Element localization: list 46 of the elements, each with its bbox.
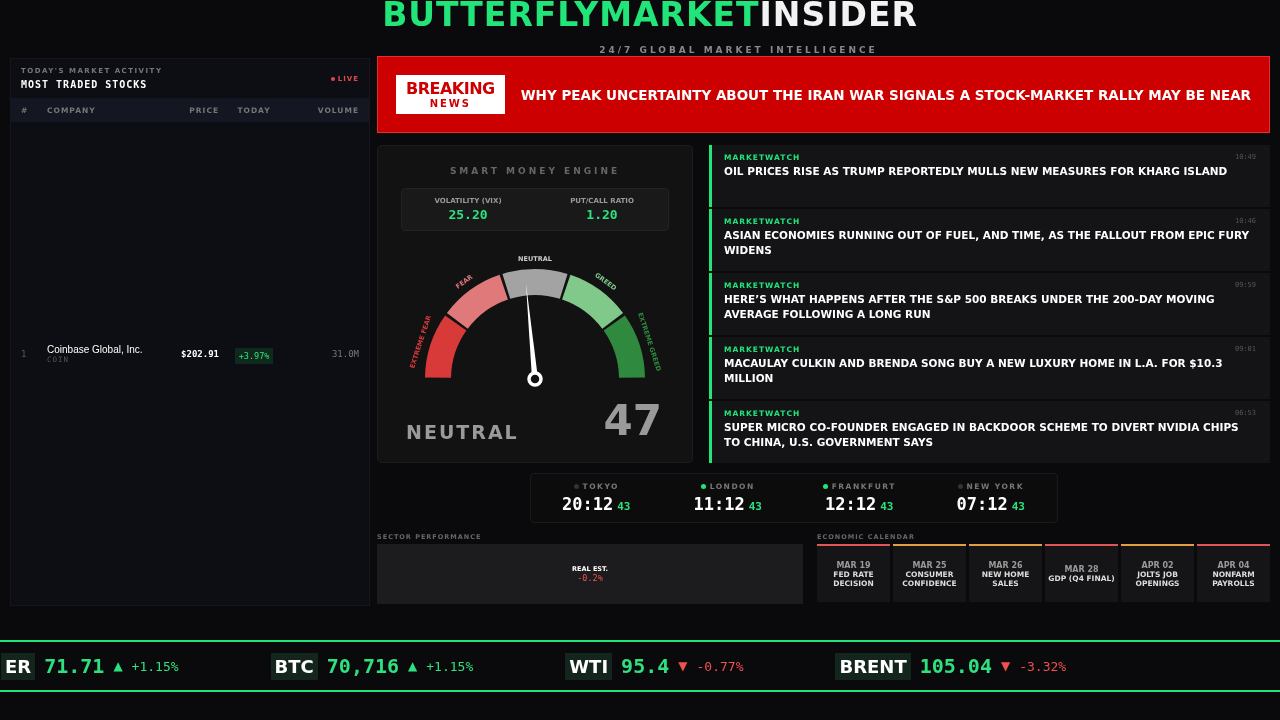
change-badge: +3.97% — [234, 348, 274, 364]
ticker-price: 105.04 — [919, 654, 992, 678]
ticker-price: 71.71 — [44, 654, 105, 678]
clock-time: 11:12 — [693, 494, 745, 514]
news-headline: MACAULAY CULKIN AND BRENDA SONG BUY A NEW LUXURY HOME IN L.A. FOR $10.3 MILLION — [724, 356, 1224, 386]
ticker-arrow: ▼ — [1000, 659, 1011, 673]
ticker-symbol: BRENT — [835, 652, 911, 680]
news-headline: ASIAN ECONOMIES RUNNING OUT OF FUEL, AND TIME, AS THE FALLOUT FROM EPIC FURY WIDENS — [724, 228, 1251, 258]
sentiment-label: NEUTRAL — [406, 421, 519, 443]
panel-title: MOST TRADED STOCKS — [21, 79, 149, 90]
clock-seconds: 43 — [880, 500, 894, 513]
rank-cell-text: 1 — [21, 348, 28, 359]
clock-seconds: 43 — [748, 500, 762, 513]
sentiment-score: 47 — [603, 399, 662, 443]
stat-value: 25.20 — [447, 207, 489, 222]
volume-cell-text: 31.0M — [330, 348, 359, 359]
price-cell-text: $202.91 — [180, 348, 219, 359]
sector-change: -0.2% — [577, 573, 603, 583]
clock-time: 12:12 — [825, 494, 877, 514]
ticker-arrow: ▲ — [408, 659, 418, 673]
clock-seconds: 43 — [617, 500, 631, 513]
ticker-change: -3.32% — [1019, 658, 1067, 674]
ticker-price: 70,716 — [326, 654, 400, 678]
ticker-change: +1.15% — [426, 658, 474, 674]
clock-time: 20:12 — [562, 494, 614, 514]
live-dot-icon — [330, 76, 335, 81]
ticker-symbol: WTI — [565, 652, 613, 680]
breaking-headline: WHY PEAK UNCERTAINTY ABOUT THE IRAN WAR SIGNALS A STOCK-MARKET RALLY MAY BE NEAR — [520, 86, 1251, 103]
stat-value: 1.20 — [585, 207, 619, 222]
card-title: SMART MONEY ENGINE — [449, 166, 621, 176]
news-headline: SUPER MICRO CO-FOUNDER ENGAGED IN BACKDOOR SCHEME TO DIVERT NVIDIA CHIPS TO CHINA, U.S. GOVERNMENT SAYS — [724, 420, 1240, 450]
brand-logo: BUTTERFLYMARKETINSIDER — [382, 0, 918, 30]
breaking-badge: BREAKING NEWS — [396, 75, 505, 114]
ticker-price: 95.4 — [621, 654, 670, 678]
ticker-symbol: BTC — [270, 652, 318, 680]
clock-seconds: 43 — [1011, 500, 1025, 513]
company-name: Coinbase Global, Inc. — [47, 343, 144, 355]
news-headline: HERE’S WHAT HAPPENS AFTER THE S&P 500 BREAKS UNDER THE 200-DAY MOVING AVERAGE FOLLOWING A LONG RUN — [724, 292, 1216, 322]
ticker-arrow: ▼ — [678, 659, 688, 673]
ticker-arrow: ▲ — [113, 659, 123, 673]
news-headline: OIL PRICES RISE AS TRUMP REPORTEDLY MULLS NEW MEASURES FOR KHARG ISLAND — [724, 164, 1229, 179]
ticker-change: +1.15% — [131, 658, 179, 674]
clock-time: 07:12 — [956, 494, 1008, 514]
ticker-change: -0.77% — [696, 658, 744, 674]
tagline: 24/7 GLOBAL MARKET INTELLIGENCE — [598, 44, 879, 56]
ticker-symbol: ER — [1, 652, 36, 680]
